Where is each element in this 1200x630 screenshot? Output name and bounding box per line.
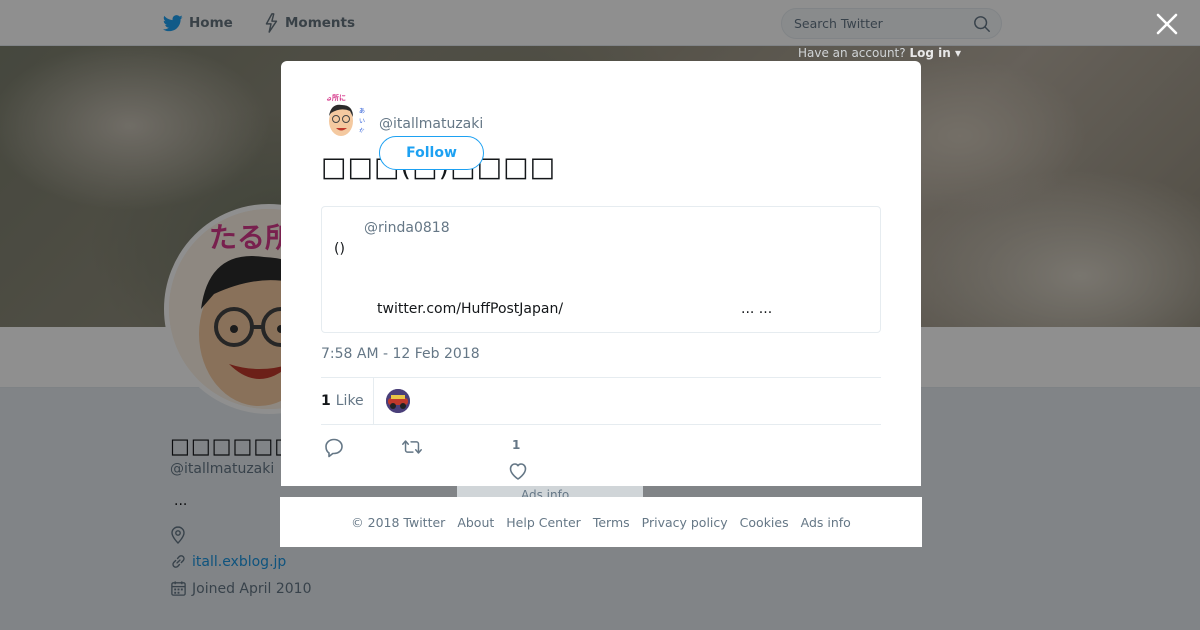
svg-text:な: な bbox=[359, 128, 365, 135]
modal-footer: © 2018 Twitter About Help Center Terms P… bbox=[280, 497, 922, 547]
tweet-modal: る所に あ い な @itallmatuzaki □□□(□)□□□□ Foll… bbox=[281, 61, 921, 486]
tweet-author-handle[interactable]: @itallmatuzaki bbox=[379, 116, 483, 132]
liker-avatar-image bbox=[386, 389, 410, 413]
author-avatar-illustration: る所に あ い な bbox=[321, 91, 369, 139]
follow-button[interactable]: Follow bbox=[379, 136, 484, 170]
heart-icon[interactable] bbox=[506, 459, 530, 483]
quoted-tweet-ellipsis: ... ... bbox=[741, 301, 773, 317]
footer-copyright: © 2018 Twitter bbox=[351, 514, 446, 530]
footer-link-help-center[interactable]: Help Center bbox=[506, 515, 581, 530]
footer-link-cookies[interactable]: Cookies bbox=[740, 515, 789, 530]
footer-link-about[interactable]: About bbox=[457, 515, 494, 530]
likes-stat-label: Like bbox=[335, 393, 364, 409]
quoted-tweet[interactable]: @rinda0818 () twitter.com/HuffPostJapan/… bbox=[321, 206, 881, 333]
quoted-tweet-link[interactable]: twitter.com/HuffPostJapan/ bbox=[377, 301, 563, 317]
svg-text:あ: あ bbox=[359, 108, 365, 115]
reply-icon[interactable] bbox=[322, 435, 346, 459]
tweet-stats: 1 Like bbox=[321, 377, 881, 425]
login-prompt-text: Have an account? bbox=[798, 46, 906, 60]
login-link-label: Log in bbox=[909, 46, 951, 60]
footer-link-privacy-policy[interactable]: Privacy policy bbox=[642, 515, 728, 530]
likes-stat[interactable]: 1 Like bbox=[321, 378, 374, 424]
quoted-tweet-text: () bbox=[334, 241, 345, 257]
login-prompt: Have an account? Log in ▾ bbox=[798, 46, 961, 60]
tweet-timestamp: 7:58 AM - 12 Feb 2018 bbox=[321, 346, 480, 362]
like-action-count: 1 bbox=[512, 438, 521, 452]
svg-text:る所に: る所に bbox=[325, 93, 346, 102]
tweet-author-avatar[interactable]: る所に あ い な bbox=[321, 91, 369, 139]
quoted-tweet-handle: @rinda0818 bbox=[364, 220, 450, 236]
svg-text:い: い bbox=[359, 118, 365, 125]
liker-avatar[interactable] bbox=[386, 389, 410, 413]
login-link[interactable]: Log in ▾ bbox=[909, 46, 961, 60]
close-icon[interactable] bbox=[1155, 12, 1179, 36]
retweet-icon[interactable] bbox=[400, 435, 424, 459]
likes-stat-count: 1 bbox=[321, 393, 331, 409]
footer-link-terms[interactable]: Terms bbox=[593, 515, 630, 530]
footer-link-ads-info[interactable]: Ads info bbox=[801, 515, 851, 530]
